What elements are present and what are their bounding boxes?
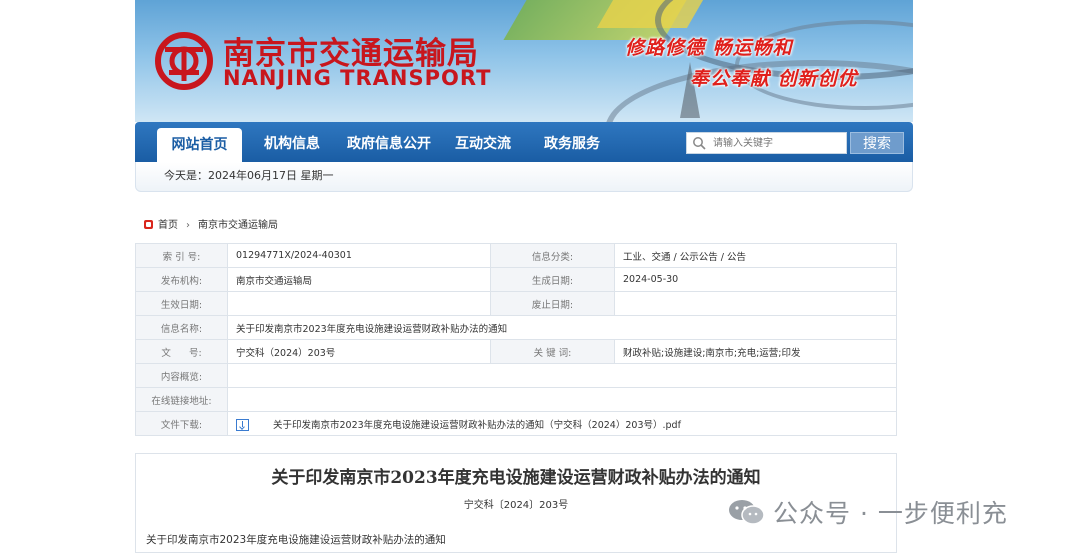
summary-value [227, 363, 897, 388]
article-title: 关于印发南京市2023年度充电设施建设运营财政补贴办法的通知 [271, 468, 761, 488]
expiry-value [614, 291, 897, 316]
index-label: 索 引 号: [135, 243, 228, 268]
link-value [227, 387, 897, 412]
keywords-label: 关 键 词: [490, 339, 615, 364]
file-download-link[interactable]: 关于印发南京市2023年度充电设施建设运营财政补贴办法的通知（宁交科（2024）… [273, 420, 681, 431]
table-row: 内容概览: [135, 363, 897, 388]
created-value: 2024-05-30 [614, 267, 897, 292]
search-button[interactable]: 搜索 [850, 132, 904, 154]
keywords-value: 财政补贴;设施建设;南京市;充电;运营;印发 [614, 339, 897, 364]
search-icon [693, 137, 706, 150]
slogan-line-2: 奉公奉献 创新创优 [690, 68, 858, 90]
article-body: 关于印发南京市2023年度充电设施建设运营财政补贴办法的通知 [146, 534, 446, 546]
category-label: 信息分类: [490, 243, 615, 268]
expiry-label: 废止日期: [490, 291, 615, 316]
breadcrumb-current[interactable]: 南京市交通运输局 [198, 220, 278, 231]
file-download-cell: 关于印发南京市2023年度充电设施建设运营财政补贴办法的通知（宁交科（2024）… [227, 411, 897, 436]
breadcrumb: 首页 › 南京市交通运输局 [144, 219, 278, 233]
publisher-value: 南京市交通运输局 [227, 267, 491, 292]
table-row: 文件下载: 关于印发南京市2023年度充电设施建设运营财政补贴办法的通知（宁交科… [135, 411, 897, 436]
nav-item-home[interactable]: 网站首页 [157, 128, 242, 162]
publisher-label: 发布机构: [135, 267, 228, 292]
nav-item-interaction[interactable]: 互动交流 [443, 122, 523, 162]
breadcrumb-home[interactable]: 首页 [158, 220, 178, 231]
effective-value [227, 291, 491, 316]
nav-item-gov-info[interactable]: 政府信息公开 [339, 122, 439, 162]
created-label: 生成日期: [490, 267, 615, 292]
watermark-text: 公众号 · 一步便利充 [773, 499, 1008, 528]
date-bar: 今天是：2024年06月17日 星期一 [135, 162, 913, 192]
table-row: 信息名称: 关于印发南京市2023年度充电设施建设运营财政补贴办法的通知 [135, 315, 897, 340]
table-row: 在线链接地址: [135, 387, 897, 412]
table-row: 生效日期: 废止日期: [135, 291, 897, 316]
page: 南京市交通运输局 NANJING TRANSPORT 修路修德 畅运畅和 奉公奉… [0, 0, 1080, 555]
slogan-line-1: 修路修德 畅运畅和 [625, 37, 793, 59]
table-row: 文 号: 宁交科（2024）203号 关 键 词: 财政补贴;设施建设;南京市;… [135, 339, 897, 364]
chevron-right-icon: › [186, 220, 190, 231]
summary-label: 内容概览: [135, 363, 228, 388]
document-info-table: 索 引 号: 01294771X/2024-40301 信息分类: 工业、交通 … [135, 243, 897, 436]
docno-label: 文 号: [135, 339, 228, 364]
link-label: 在线链接地址: [135, 387, 228, 412]
nav-item-services[interactable]: 政务服务 [533, 122, 611, 162]
file-label: 文件下载: [135, 411, 228, 436]
category-value: 工业、交通 / 公示公告 / 公告 [614, 243, 897, 268]
home-icon [144, 220, 153, 229]
name-value: 关于印发南京市2023年度充电设施建设运营财政补贴办法的通知 [227, 315, 897, 340]
search-input[interactable] [713, 135, 843, 151]
download-icon[interactable] [236, 418, 249, 431]
nav-item-organization[interactable]: 机构信息 [253, 122, 331, 162]
site-banner: 南京市交通运输局 NANJING TRANSPORT 修路修德 畅运畅和 奉公奉… [135, 0, 913, 122]
wechat-icon [729, 500, 765, 525]
docno-value: 宁交科（2024）203号 [227, 339, 491, 364]
table-row: 发布机构: 南京市交通运输局 生成日期: 2024-05-30 [135, 267, 897, 292]
main-nav: 网站首页 机构信息 政府信息公开 互动交流 政务服务 搜索 [135, 122, 913, 162]
table-row: 索 引 号: 01294771X/2024-40301 信息分类: 工业、交通 … [135, 243, 897, 268]
site-name-en: NANJING TRANSPORT [223, 66, 492, 90]
name-label: 信息名称: [135, 315, 228, 340]
wechat-watermark: 公众号 · 一步便利充 [727, 493, 1008, 531]
search-box [686, 132, 847, 154]
site-logo-icon [155, 32, 213, 90]
index-value: 01294771X/2024-40301 [227, 243, 491, 268]
effective-label: 生效日期: [135, 291, 228, 316]
